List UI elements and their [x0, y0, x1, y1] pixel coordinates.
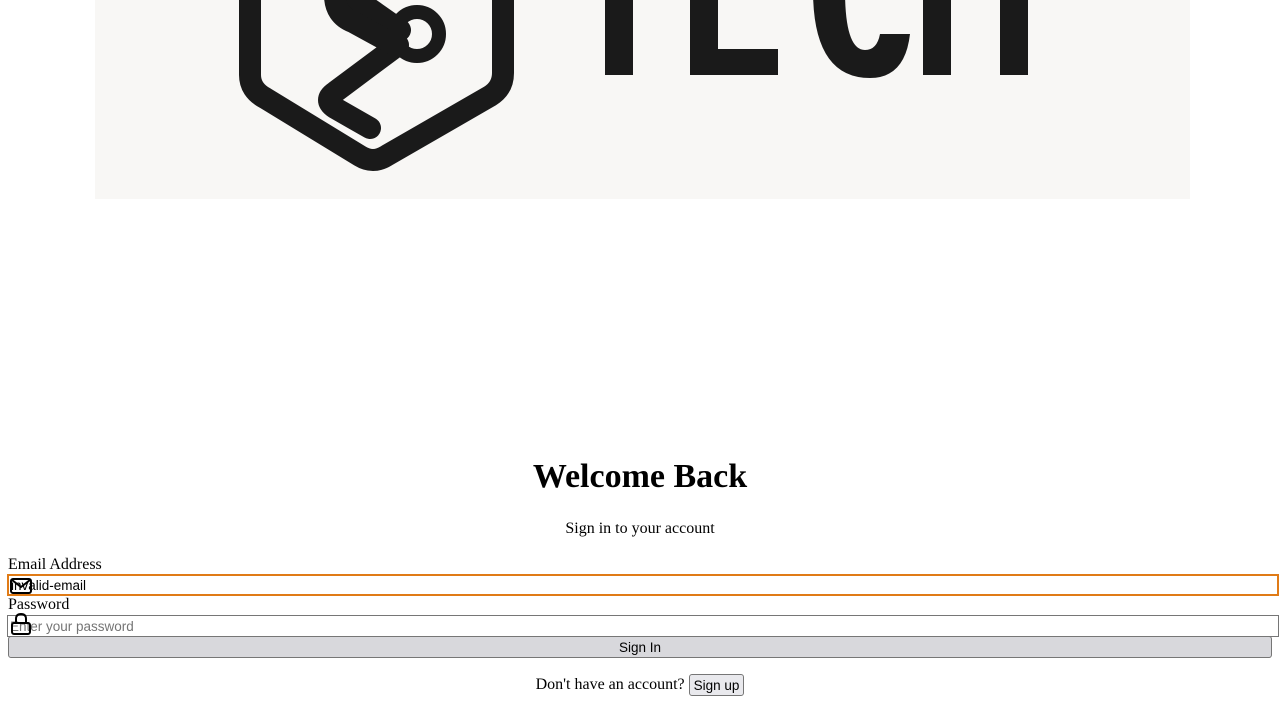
sign-in-button[interactable]: Sign In [8, 636, 1272, 658]
page-title: Welcome Back [532, 458, 748, 495]
signup-prompt: Don't have an account? [535, 676, 685, 693]
page-subtitle: Sign in to your account [565, 520, 715, 537]
login-page: Welcome Back Sign in to your account Ema… [0, 0, 1280, 720]
password-label: Password [8, 596, 70, 613]
tech-logo [239, 0, 1028, 171]
signup-row: Don't have an account? Sign up [0, 674, 1280, 697]
password-input[interactable] [7, 615, 1279, 637]
email-label: Email Address [8, 556, 102, 573]
logo-banner [95, 0, 1190, 199]
email-field-wrapper [7, 574, 1279, 596]
password-field-wrapper [7, 612, 1279, 637]
email-input[interactable] [7, 574, 1279, 596]
sign-up-button[interactable]: Sign up [688, 674, 745, 697]
